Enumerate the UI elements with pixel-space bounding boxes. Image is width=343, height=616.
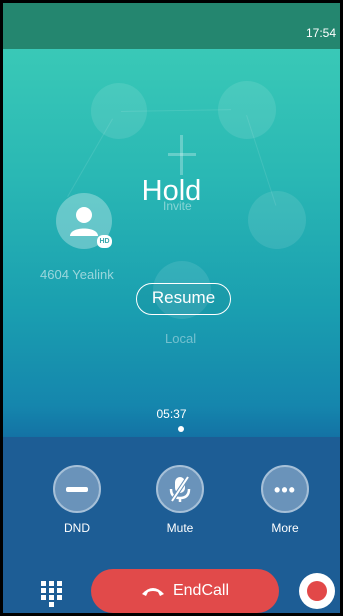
dnd-label: DND (64, 521, 90, 535)
dnd-icon (66, 487, 88, 492)
invite-plus-icon-bar (168, 153, 196, 156)
resume-button[interactable]: Resume (136, 283, 231, 315)
status-bar: 17:54 (3, 3, 340, 49)
mute-icon (169, 475, 191, 503)
endcall-label: EndCall (172, 582, 230, 599)
more-button[interactable]: ••• (261, 465, 309, 513)
status-time: 17:54 (305, 26, 336, 40)
contact-name: 4604 Yealink (40, 267, 114, 282)
dialpad-icon[interactable] (41, 581, 63, 607)
more-label: More (271, 521, 299, 535)
dnd-button[interactable] (53, 465, 101, 513)
record-icon (307, 581, 327, 601)
more-icon: ••• (274, 480, 296, 500)
page-indicator-dot (178, 426, 184, 432)
mute-button[interactable] (156, 465, 204, 513)
user-avatar-icon (70, 207, 98, 236)
record-button[interactable] (299, 573, 335, 609)
hangup-icon (141, 588, 164, 596)
local-label: Local (165, 331, 197, 346)
call-duration: 05:37 (156, 407, 187, 421)
endcall-button[interactable]: EndCall (91, 569, 279, 613)
call-screen: 17:54 Invite Hold HD 4604 Yealink Resume… (0, 0, 343, 616)
call-state-title: Hold (141, 175, 202, 207)
mute-label: Mute (166, 521, 194, 535)
hd-badge: HD (97, 235, 112, 248)
